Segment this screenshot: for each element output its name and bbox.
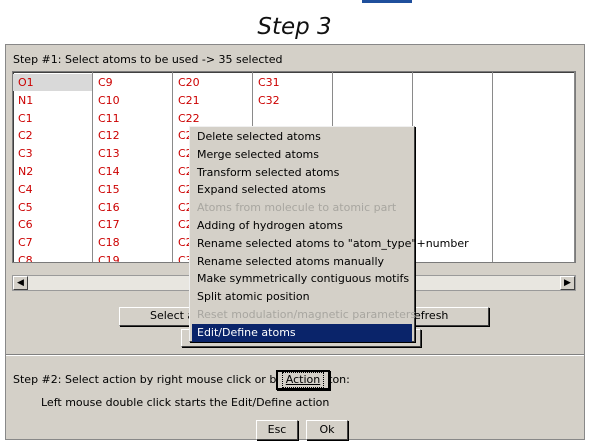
section-divider [6,354,584,356]
context-menu-item[interactable]: Merge selected atoms [192,146,412,164]
atom-item[interactable]: C32 [253,92,332,109]
atom-column: O1 N1 C1 C2 C3 N2 C4 C5 C6 C7 C8 [13,72,93,262]
atom-item[interactable]: C16 [93,199,172,216]
atom-column [413,72,493,262]
context-menu-item[interactable]: Edit/Define atoms [192,323,412,342]
atom-column: C9 C10 C11 C12 C13 C14 C15 C16 C17 C18 C19 [93,72,173,262]
select-all-button[interactable]: Select a [119,307,199,326]
atom-item[interactable]: O1 [13,74,92,91]
atom-item[interactable]: C3 [13,145,92,162]
atom-item[interactable]: N1 [13,92,92,109]
atom-item[interactable]: C5 [13,199,92,216]
context-menu-item[interactable]: Rename selected atoms to "atom_type"+num… [192,235,469,253]
atom-item[interactable]: C18 [93,234,172,251]
atom-item[interactable]: C12 [93,127,172,144]
atom-item[interactable]: C10 [93,92,172,109]
context-menu-item[interactable]: Transform selected atoms [192,164,412,182]
context-menu-item[interactable]: Expand selected atoms [192,181,412,199]
atom-item[interactable]: C17 [93,216,172,233]
context-menu-item: Reset modulation/magnetic parameters [197,308,417,321]
step-title: Step 3 [257,14,332,40]
scroll-left-arrow-icon[interactable]: ◀ [13,276,28,290]
step1-label: Step #1: Select atoms to be used -> 35 s… [13,53,283,66]
context-menu-item[interactable]: Delete selected atoms [192,128,412,146]
scroll-right-arrow-icon[interactable]: ▶ [560,276,575,290]
atom-item[interactable]: C2 [13,127,92,144]
atom-item[interactable]: C31 [253,74,332,91]
atom-item[interactable]: C19 [93,252,172,262]
atom-item[interactable]: C13 [93,145,172,162]
esc-button[interactable]: Esc [256,420,298,440]
context-menu-item[interactable]: Rename selected atoms manually [192,253,412,271]
atom-item[interactable]: C11 [93,110,172,127]
context-menu-item: Atoms from molecule to atomic part [197,201,397,215]
action-button-label: Action [281,372,325,388]
atom-item[interactable]: N2 [13,163,92,180]
atom-column [493,72,575,262]
step2-hint: Left mouse double click starts the Edit/… [41,396,330,409]
atom-item[interactable] [253,110,332,127]
ok-button[interactable]: Ok [306,420,348,440]
context-menu-item[interactable]: Make symmetrically contiguous motifs [192,270,412,288]
refresh-button[interactable]: efresh [411,307,489,326]
atom-item[interactable]: C15 [93,181,172,198]
atom-item[interactable]: C22 [173,110,252,127]
atom-item[interactable]: C1 [13,110,92,127]
atom-item[interactable]: C7 [13,234,92,251]
context-menu-item[interactable]: Split atomic position [192,288,412,306]
atom-context-menu: Delete selected atoms Merge selected atom… [189,126,469,342]
atom-item[interactable]: C6 [13,216,92,233]
atom-item[interactable]: C8 [13,252,92,262]
atom-item[interactable]: C9 [93,74,172,91]
title-underline-fragment [362,0,412,3]
context-menu-item[interactable]: Adding of hydrogen atoms [192,217,412,235]
atom-item[interactable]: C4 [13,181,92,198]
action-button[interactable]: Action [276,370,330,390]
atom-item[interactable]: C21 [173,92,252,109]
atom-item[interactable]: C20 [173,74,252,91]
atom-item[interactable]: C14 [93,163,172,180]
